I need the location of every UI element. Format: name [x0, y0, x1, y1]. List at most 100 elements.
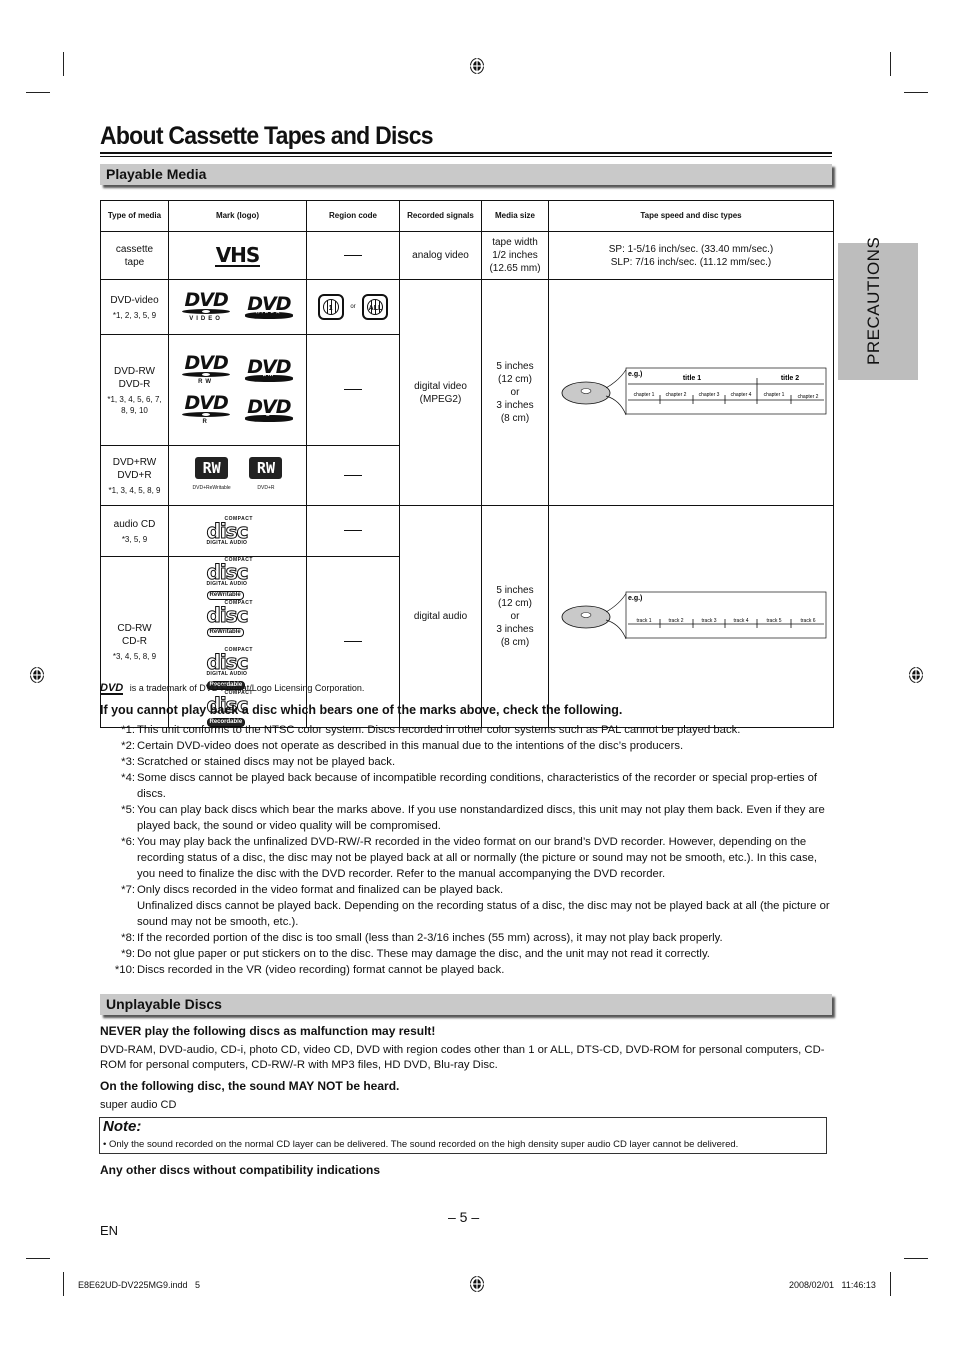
region-all-icon: ALL [362, 294, 389, 320]
region-cell: 1 or ALL [306, 279, 400, 335]
footnote-refs: *1, 3, 4, 5, 8, 9 [108, 485, 161, 495]
signals-cell: analog video [399, 231, 482, 280]
note-box: Note: • Only the sound recorded on the n… [99, 1117, 827, 1154]
title-rule [100, 152, 832, 154]
footnote-item: *6: You may play back the unfinalized DVD… [121, 836, 818, 880]
cd-rewritable-logo-icon: COMPACT disc DIGITAL AUDIO ReWritable [206, 557, 253, 600]
footnote-refs: *3, 4, 5, 8, 9 [112, 652, 157, 661]
dvd-r-logo-icon: DVDR [243, 398, 295, 422]
dash [344, 389, 362, 391]
registration-mark-icon [469, 57, 485, 75]
chapter-label: chapter 3 [698, 392, 719, 398]
any-other-heading: Any other discs without compatibility in… [100, 1163, 381, 1177]
media-type: DVD+RW DVD+R *1, 3, 4, 5, 8, 9 [100, 445, 169, 506]
footnote-item: *2: Certain DVD-video does not operate as… [121, 740, 684, 752]
registration-mark-icon [29, 666, 45, 684]
crop-mark [63, 52, 64, 76]
mark-cell: COMPACT disc DIGITAL AUDIO ReWritable COMP… [168, 556, 307, 728]
page-title: About Cassette Tapes and Discs [100, 122, 434, 150]
footnote-item: *5: You can play back discs which bear th… [121, 804, 825, 832]
footnotes-list: *1: This unit conforms to the NTSC color … [100, 722, 835, 978]
media-type: DVD-video *1, 2, 3, 5, 9 [100, 279, 169, 335]
mark-cell: DVDRW DVDRW DVDR DVDR [168, 334, 307, 446]
track-label: track 5 [766, 618, 781, 624]
table-row: DVD-video *1, 2, 3, 5, 9 DVDVIDEO DVDVID… [100, 279, 834, 506]
size-cell: tape width 1/2 inches (12.65 mm) [481, 231, 549, 280]
media-type: CD-RW CD-R *3, 4, 5, 8, 9 [100, 556, 169, 728]
size-cell: 5 inches (12 cm) or 3 inches (8 cm) [481, 279, 549, 506]
media-type: audio CD *3, 5, 9 [100, 505, 169, 557]
mark-cell: RW DVD+ReWritable RW DVD+R [168, 445, 307, 506]
speed-cell: SP: 1-5/16 inch/sec. (33.40 mm/sec.) SLP… [548, 231, 834, 280]
crop-mark [26, 92, 50, 93]
region-cell [306, 334, 400, 446]
section-title: Unplayable Discs [106, 996, 222, 1012]
never-list: DVD-RAM, DVD-audio, CD-i, photo CD, vide… [100, 1044, 825, 1071]
dash [344, 474, 362, 476]
crop-mark [890, 1272, 891, 1296]
footnote-item: *8: If the recorded portion of the disc i… [121, 932, 723, 944]
title-label: title 2 [780, 375, 798, 382]
note-title: Note: [103, 1118, 142, 1135]
footnote-item: *7: Only discs recorded in the video form… [121, 884, 830, 928]
may-not-text: super audio CD [100, 1099, 177, 1111]
chapter-label: chapter 1 [633, 392, 654, 398]
dvd-rw-logo-icon: DVDRW [180, 354, 232, 386]
header-mark: Mark (logo) [168, 200, 307, 232]
media-type: DVD-RW DVD-R *1, 3, 4, 5, 6, 7, 8, 9, 10 [100, 334, 169, 446]
page-number: – 5 – [448, 1209, 480, 1225]
footnote-refs: *1, 2, 3, 5, 9 [112, 310, 157, 320]
trademark-note: DVD is a trademark of DVD Format/Logo Li… [100, 682, 365, 695]
dvd-structure-diagram: e.g.) title 1 title 2 chapter 1 chapter … [561, 367, 826, 415]
region-cell [306, 445, 400, 506]
may-not-heading: On the following disc, the sound MAY NOT… [100, 1079, 400, 1093]
registration-mark-icon [908, 666, 924, 684]
section-header-playable: Playable Media [100, 164, 832, 185]
vhs-logo-icon: VHS [214, 242, 261, 267]
header-size: Media size [481, 200, 549, 232]
footnote-item: *1: This unit conforms to the NTSC color … [121, 724, 741, 736]
side-tab-precautions: PRECAUTIONS [838, 237, 918, 380]
dash [344, 530, 362, 532]
crop-mark [26, 1258, 50, 1259]
mark-cell: VHS [168, 231, 307, 280]
header-speed: Tape speed and disc types [548, 200, 834, 232]
side-tab-label: PRECAUTIONS [864, 236, 883, 365]
chapter-label: chapter 4 [730, 392, 751, 398]
chapter-label: chapter 2 [797, 394, 818, 400]
signals-cell: digital audio [399, 505, 482, 728]
region-1-icon: 1 [317, 294, 344, 320]
chapter-label: chapter 1 [763, 392, 784, 398]
dvd-plus-rw-logo-icon: RW DVD+ReWritable [192, 456, 231, 491]
eg-label: e.g.) [628, 371, 642, 378]
check-heading: If you cannot play back a disc which bea… [100, 703, 623, 717]
media-type: cassette tape [100, 231, 169, 280]
cd-structure-diagram: e.g.) track 1 track 2 track 3 track 4 tr… [561, 591, 826, 639]
never-heading: NEVER play the following discs as malfun… [100, 1024, 436, 1038]
title-label: title 1 [682, 375, 700, 382]
crop-mark [63, 1272, 64, 1296]
section-header-unplayable: Unplayable Discs [100, 994, 832, 1015]
region-cell [306, 556, 400, 728]
mark-cell: DVDVIDEO DVDVIDEO [168, 279, 307, 335]
dvd-plus-r-logo-icon: RW DVD+R [249, 456, 283, 495]
dash [344, 641, 362, 643]
table-row: cassette tape VHS analog video tape widt… [100, 231, 834, 280]
file-slug: E8E62UD-DV225MG9.indd 5 [78, 1280, 201, 1290]
header-type: Type of media [100, 200, 169, 232]
track-label: track 6 [800, 618, 815, 624]
language-label: EN [100, 1223, 119, 1238]
dvd-video-logo-icon: DVDVIDEO [180, 291, 232, 323]
dash [344, 254, 362, 256]
dvd-logo-icon: DVD [100, 682, 124, 695]
chapter-label: chapter 2 [665, 392, 686, 398]
size-cell: 5 inches (12 cm) or 3 inches (8 cm) [481, 505, 549, 728]
footnote-item: *3: Scratched or stained discs may not be… [121, 756, 396, 768]
table-header-row: Type of media Mark (logo) Region code Re… [100, 200, 834, 232]
footnote-refs: *3, 5, 9 [121, 534, 148, 544]
section-title: Playable Media [106, 166, 207, 182]
track-label: track 1 [636, 618, 651, 624]
track-label: track 4 [733, 618, 748, 624]
footnote-item: *10: Discs recorded in the VR (video reco… [114, 964, 505, 976]
playable-media-table: Type of media Mark (logo) Region code Re… [100, 200, 834, 728]
